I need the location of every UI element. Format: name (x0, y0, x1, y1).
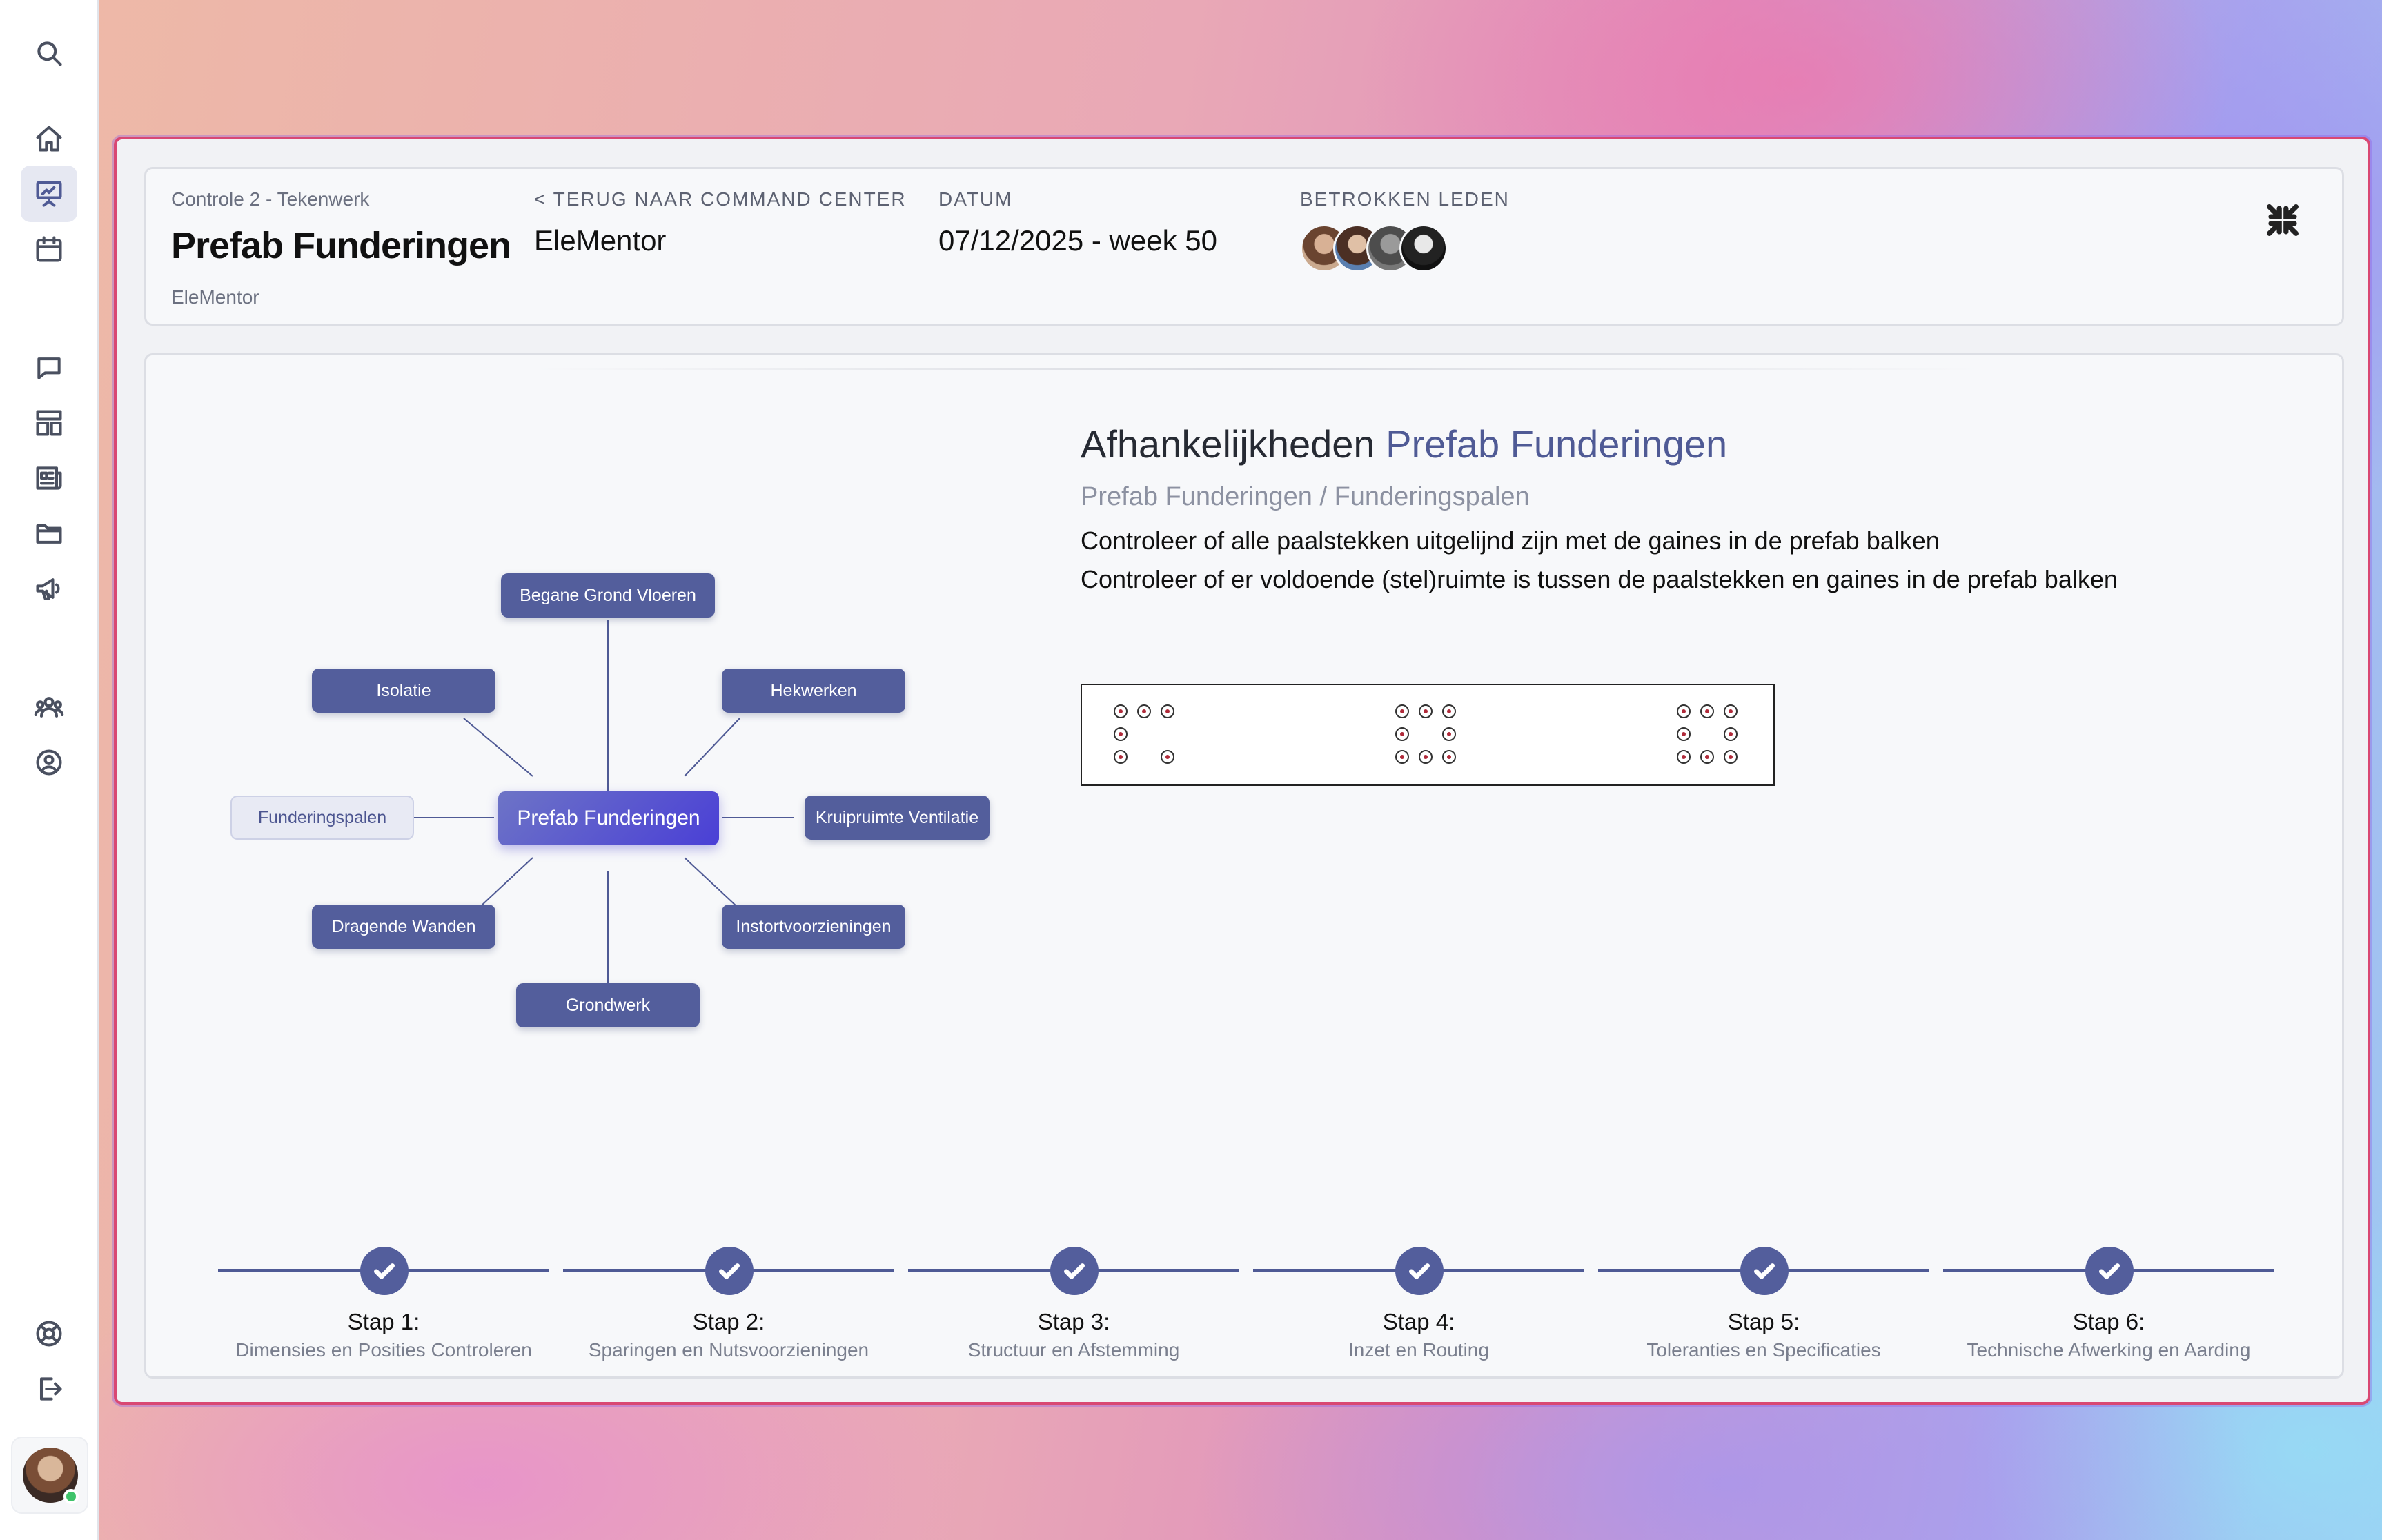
chat-icon[interactable] (21, 339, 77, 396)
folder-icon[interactable] (21, 505, 77, 562)
logout-icon[interactable] (21, 1361, 77, 1417)
page-subtitle: EleMentor (171, 286, 259, 308)
pile-marker (1395, 750, 1409, 764)
mindmap-node-funderingspalen[interactable]: Funderingspalen (230, 796, 414, 840)
step-description: Dimensies en Posities Controleren (235, 1339, 532, 1361)
dependencies-title: Afhankelijkheden Prefab Funderingen (1081, 422, 1727, 466)
check-item: Controleer of alle paalstekken uitgelijn… (1081, 526, 1940, 555)
dependency-path: Prefab Funderingen / Funderingspalen (1081, 482, 1530, 511)
step-description: Toleranties en Specificaties (1646, 1339, 1881, 1361)
pile-marker (1114, 727, 1128, 741)
step-label: Stap 6: (2072, 1309, 2145, 1334)
pile-marker (1724, 727, 1738, 741)
search-icon[interactable] (21, 25, 77, 81)
pile-marker (1161, 704, 1174, 718)
members-avatars[interactable] (1300, 224, 1459, 274)
pile-marker (1395, 727, 1409, 741)
mindmap-node-grondwerk[interactable]: Grondwerk (516, 983, 700, 1027)
step-complete-check-icon (1395, 1247, 1444, 1295)
online-status-dot (63, 1489, 79, 1504)
sidebar (0, 0, 99, 1540)
newspaper-icon[interactable] (21, 450, 77, 506)
step-complete-check-icon (1740, 1247, 1789, 1295)
step-label: Stap 4: (1382, 1309, 1455, 1334)
dependency-mindmap: Begane Grond Vloeren Isolatie Hekwerken … (146, 355, 1112, 1114)
calendar-icon[interactable] (21, 221, 77, 277)
date-value: 07/12/2025 - week 50 (938, 224, 1217, 257)
step-2[interactable]: Stap 2: Sparingen en Nutsvoorzieningen (563, 1232, 894, 1361)
mindmap-node-begane-grond-vloeren[interactable]: Begane Grond Vloeren (501, 573, 715, 618)
step-6[interactable]: Stap 6: Technische Afwerking en Aarding (1943, 1232, 2274, 1361)
pile-marker (1161, 750, 1174, 764)
collapse-icon[interactable] (2261, 198, 2305, 242)
pile-layout-drawing (1081, 684, 1775, 786)
pile-marker (1700, 704, 1714, 718)
pile-marker (1700, 750, 1714, 764)
content-card: Begane Grond Vloeren Isolatie Hekwerken … (144, 353, 2344, 1379)
check-item: Controleer of er voldoende (stel)ruimte … (1081, 565, 2118, 593)
pile-marker (1395, 704, 1409, 718)
mindmap-node-center[interactable]: Prefab Funderingen (498, 791, 719, 845)
presentation-icon[interactable] (21, 166, 77, 222)
pile-marker (1724, 704, 1738, 718)
organisation-name: EleMentor (534, 224, 667, 257)
mindmap-node-kruipruimte-ventilatie[interactable]: Kruipruimte Ventilatie (805, 796, 990, 840)
mindmap-node-dragende-wanden[interactable]: Dragende Wanden (312, 905, 495, 949)
pile-marker (1114, 704, 1128, 718)
megaphone-icon[interactable] (21, 560, 77, 617)
pile-marker (1677, 750, 1691, 764)
step-description: Technische Afwerking en Aarding (1967, 1339, 2251, 1361)
step-4[interactable]: Stap 4: Inzet en Routing (1253, 1232, 1584, 1361)
breadcrumb: Controle 2 - Tekenwerk (171, 188, 370, 210)
step-label: Stap 1: (347, 1309, 420, 1334)
user-avatar[interactable] (11, 1437, 88, 1514)
step-complete-check-icon (705, 1247, 754, 1295)
pile-marker (1114, 750, 1128, 764)
project-header: Controle 2 - Tekenwerk Prefab Funderinge… (144, 167, 2344, 326)
back-to-command-center-link[interactable]: < TERUG NAAR COMMAND CENTER (534, 188, 907, 210)
pile-marker (1677, 727, 1691, 741)
step-label: Stap 3: (1037, 1309, 1110, 1334)
step-label: Stap 2: (692, 1309, 765, 1334)
dependencies-title-prefix: Afhankelijkheden (1081, 422, 1375, 466)
pile-marker (1442, 704, 1456, 718)
layout-icon[interactable] (21, 395, 77, 451)
dependencies-title-accent: Prefab Funderingen (1386, 422, 1728, 466)
pile-marker (1442, 750, 1456, 764)
step-3[interactable]: Stap 3: Structuur en Afstemming (908, 1232, 1239, 1361)
pile-marker (1724, 750, 1738, 764)
page-title: Prefab Funderingen (171, 225, 511, 266)
pile-marker (1419, 750, 1433, 764)
step-label: Stap 5: (1727, 1309, 1800, 1334)
avatar[interactable] (1399, 224, 1448, 273)
pile-marker (1677, 704, 1691, 718)
step-complete-check-icon (360, 1247, 409, 1295)
date-label: DATUM (938, 188, 1013, 210)
members-label: BETROKKEN LEDEN (1300, 188, 1510, 210)
step-complete-check-icon (2085, 1247, 2134, 1295)
step-1[interactable]: Stap 1: Dimensies en Posities Controleren (218, 1232, 549, 1361)
main-panel: Controle 2 - Tekenwerk Prefab Funderinge… (114, 137, 2370, 1405)
support-icon[interactable] (21, 1305, 77, 1362)
step-description: Structuur en Afstemming (967, 1339, 1180, 1361)
step-description: Sparingen en Nutsvoorzieningen (588, 1339, 869, 1361)
pile-marker (1442, 727, 1456, 741)
step-progress: Stap 1: Dimensies en Posities Controleren… (218, 1232, 2288, 1361)
pile-marker (1419, 704, 1433, 718)
mindmap-node-hekwerken[interactable]: Hekwerken (722, 669, 905, 713)
mindmap-node-isolatie[interactable]: Isolatie (312, 669, 495, 713)
user-circle-icon[interactable] (21, 734, 77, 791)
step-complete-check-icon (1050, 1247, 1099, 1295)
mindmap-node-instortvoorzieningen[interactable]: Instortvoorzieningen (722, 905, 905, 949)
team-icon[interactable] (21, 679, 77, 736)
home-icon[interactable] (21, 110, 77, 167)
step-5[interactable]: Stap 5: Toleranties en Specificaties (1598, 1232, 1929, 1361)
step-description: Inzet en Routing (1348, 1339, 1489, 1361)
pile-marker (1137, 704, 1151, 718)
